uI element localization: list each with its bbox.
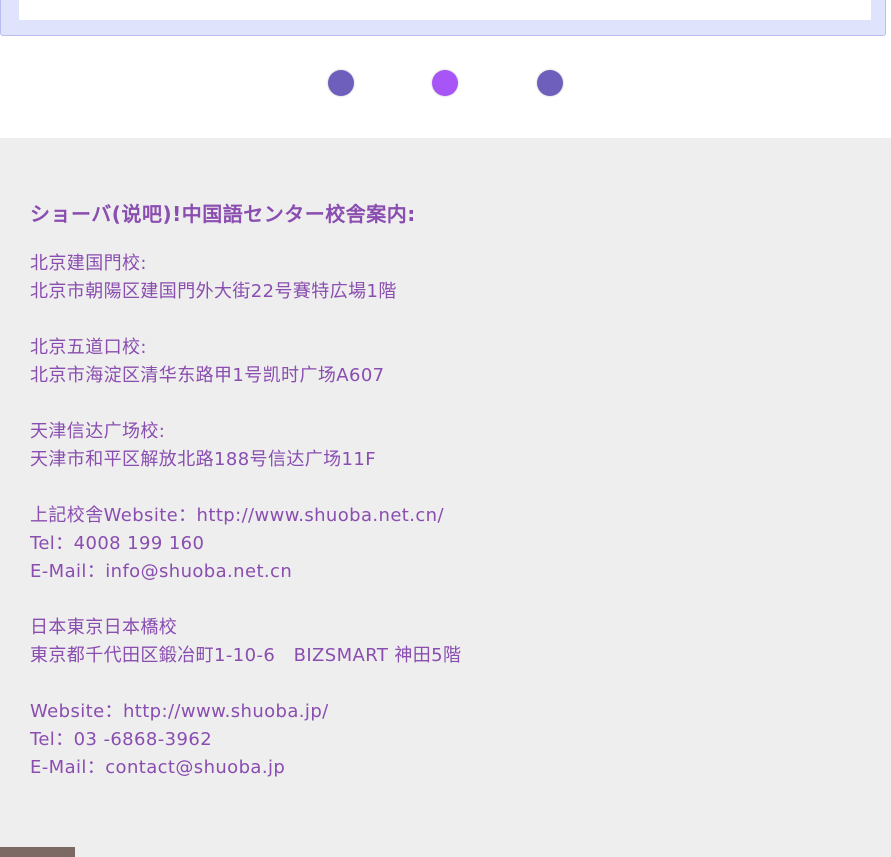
footer-campus-info: ショーバ(说吧)!中国語センター校舎案内: 北京建国門校: 北京市朝陽区建国門外… <box>0 138 891 857</box>
campus-block-beijing-jianguomen: 北京建国門校: 北京市朝陽区建国門外大街22号賽特広場1階 <box>30 250 850 306</box>
campus-address: 北京市海淀区清华东路甲1号凯时广场A607 <box>30 365 385 386</box>
campus-name: 天津信达广场校: <box>30 421 166 442</box>
content-card-bottom-edge <box>0 0 886 36</box>
japan-email-link[interactable]: E-Mail：contact@shuoba.jp <box>30 754 850 782</box>
japan-tel: Tel：03 -6868-3962 <box>30 729 213 750</box>
japan-website-link[interactable]: Website：http://www.shuoba.jp/ <box>30 698 850 726</box>
china-contact-block: 上記校舎Website：http://www.shuoba.net.cn/ Te… <box>30 502 850 586</box>
carousel-dot-3[interactable] <box>537 70 563 96</box>
campus-address: 天津市和平区解放北路188号信达广场11F <box>30 449 377 470</box>
campus-name: 北京建国門校: <box>30 253 147 274</box>
carousel-dot-1[interactable] <box>328 70 354 96</box>
campus-name: 日本東京日本橋校 <box>30 617 178 638</box>
carousel-pagination <box>0 70 891 98</box>
campus-name: 北京五道口校: <box>30 337 147 358</box>
content-card-inner <box>19 0 871 20</box>
footer-content: ショーバ(说吧)!中国語センター校舎案内: 北京建国門校: 北京市朝陽区建国門外… <box>30 200 850 810</box>
footer-heading: ショーバ(说吧)!中国語センター校舎案内: <box>30 202 416 226</box>
china-email-link[interactable]: E-Mail：info@shuoba.net.cn <box>30 558 850 586</box>
campus-block-beijing-wudaokou: 北京五道口校: 北京市海淀区清华东路甲1号凯时广场A607 <box>30 334 850 390</box>
back-to-top-tab[interactable] <box>0 847 75 857</box>
campus-address: 東京都千代田区鍛冶町1-10-6 BIZSMART 神田5階 <box>30 645 462 666</box>
campus-block-tianjin: 天津信达广场校: 天津市和平区解放北路188号信达广场11F <box>30 418 850 474</box>
china-website-link[interactable]: 上記校舎Website：http://www.shuoba.net.cn/ <box>30 502 850 530</box>
japan-contact-block: Website：http://www.shuoba.jp/ Tel：03 -68… <box>30 698 850 782</box>
carousel-dot-2[interactable] <box>432 70 458 96</box>
china-tel: Tel：4008 199 160 <box>30 533 205 554</box>
campus-block-tokyo: 日本東京日本橋校 東京都千代田区鍛冶町1-10-6 BIZSMART 神田5階 <box>30 614 850 670</box>
campus-address: 北京市朝陽区建国門外大街22号賽特広場1階 <box>30 281 397 302</box>
